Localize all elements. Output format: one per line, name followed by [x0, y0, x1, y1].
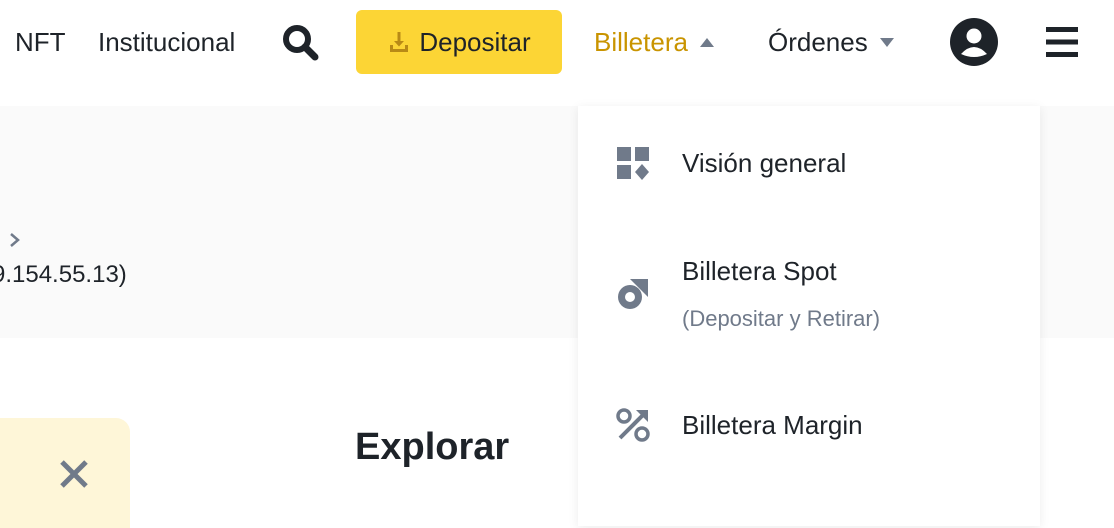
nav-wallet-dropdown[interactable]: Billetera [594, 24, 714, 60]
top-navigation: NFT Institucional Depositar Billetera Ór… [0, 0, 1114, 86]
wallet-dropdown-menu: Visión general Billetera Spot (Depositar… [578, 106, 1040, 526]
download-icon [390, 32, 409, 52]
dropdown-item-spot-wallet[interactable]: Billetera Spot (Depositar y Retirar) [578, 246, 1040, 346]
nav-link-institutional[interactable]: Institucional [98, 24, 245, 60]
nav-orders-dropdown[interactable]: Órdenes [768, 24, 894, 60]
dropdown-item-spot-wallet-sub: (Depositar y Retirar) [682, 306, 881, 331]
deposit-button-label: Depositar [419, 26, 531, 57]
chevron-right-icon[interactable] [8, 230, 22, 250]
nav-wallet-label: Billetera [594, 27, 688, 57]
hamburger-menu-icon[interactable] [1046, 26, 1078, 58]
caret-up-icon [699, 37, 714, 47]
overview-grid-icon [617, 147, 649, 180]
ip-address-text: 9.154.55.13) [0, 261, 127, 288]
section-title-explore: Explorar [355, 426, 510, 468]
close-icon[interactable] [58, 458, 90, 490]
dropdown-item-overview[interactable]: Visión general [578, 128, 1040, 218]
dropdown-item-spot-wallet-label: Billetera Spot [682, 256, 837, 286]
nav-orders-label: Órdenes [768, 27, 868, 57]
margin-percent-icon [616, 408, 650, 442]
spot-wallet-icon [618, 279, 648, 309]
user-avatar-icon[interactable] [950, 18, 998, 66]
deposit-button[interactable]: Depositar [356, 10, 562, 74]
nav-link-nft[interactable]: NFT [15, 24, 66, 60]
search-icon[interactable] [280, 22, 320, 62]
dropdown-item-margin-wallet-label: Billetera Margin [682, 410, 863, 440]
dropdown-item-margin-wallet[interactable]: Billetera Margin [578, 390, 1040, 460]
dropdown-item-overview-label: Visión general [682, 148, 847, 178]
caret-down-icon [879, 37, 894, 47]
